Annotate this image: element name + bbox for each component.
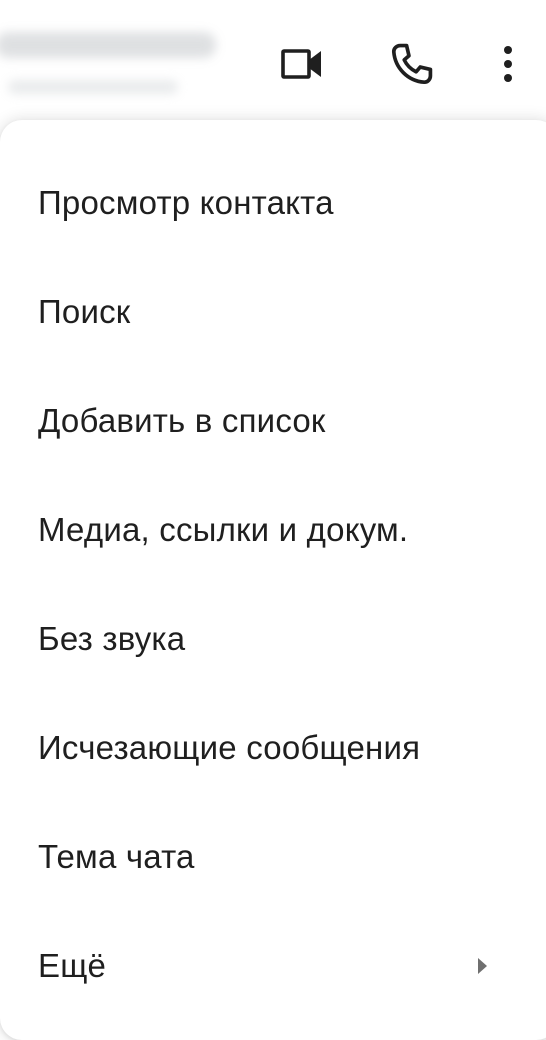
video-call-icon[interactable] bbox=[277, 38, 329, 90]
contact-info-obscured bbox=[0, 22, 240, 102]
menu-item-mute[interactable]: Без звука bbox=[0, 584, 546, 693]
menu-item-search[interactable]: Поиск bbox=[0, 257, 546, 366]
menu-item-chat-theme[interactable]: Тема чата bbox=[0, 802, 546, 911]
menu-list: Просмотр контакта Поиск Добавить в списо… bbox=[0, 148, 546, 1020]
menu-item-label: Ещё bbox=[38, 946, 107, 984]
menu-item-label: Тема чата bbox=[38, 837, 195, 875]
contact-name-blurred bbox=[0, 32, 216, 58]
menu-item-label: Поиск bbox=[38, 292, 131, 330]
menu-item-media-links-docs[interactable]: Медиа, ссылки и докум. bbox=[0, 475, 546, 584]
video-camera-glyph bbox=[281, 49, 321, 79]
menu-item-more[interactable]: Ещё bbox=[0, 911, 546, 1020]
overflow-menu: Просмотр контакта Поиск Добавить в списо… bbox=[0, 120, 546, 1040]
menu-item-label: Просмотр контакта bbox=[38, 183, 334, 221]
voice-call-icon[interactable] bbox=[386, 38, 438, 90]
menu-item-add-to-list[interactable]: Добавить в список bbox=[0, 366, 546, 475]
menu-item-label: Без звука bbox=[38, 619, 186, 657]
phone-glyph bbox=[391, 43, 433, 85]
menu-item-label: Исчезающие сообщения bbox=[38, 728, 421, 766]
menu-item-disappearing-messages[interactable]: Исчезающие сообщения bbox=[0, 693, 546, 802]
menu-item-view-contact[interactable]: Просмотр контакта bbox=[0, 148, 546, 257]
submenu-arrow-icon bbox=[478, 957, 487, 974]
last-seen-blurred bbox=[8, 80, 178, 94]
menu-item-label: Добавить в список bbox=[38, 401, 326, 439]
menu-item-label: Медиа, ссылки и докум. bbox=[38, 510, 409, 548]
vertical-dots-glyph bbox=[504, 46, 512, 82]
chat-header bbox=[0, 0, 546, 130]
more-options-icon[interactable] bbox=[482, 38, 534, 90]
